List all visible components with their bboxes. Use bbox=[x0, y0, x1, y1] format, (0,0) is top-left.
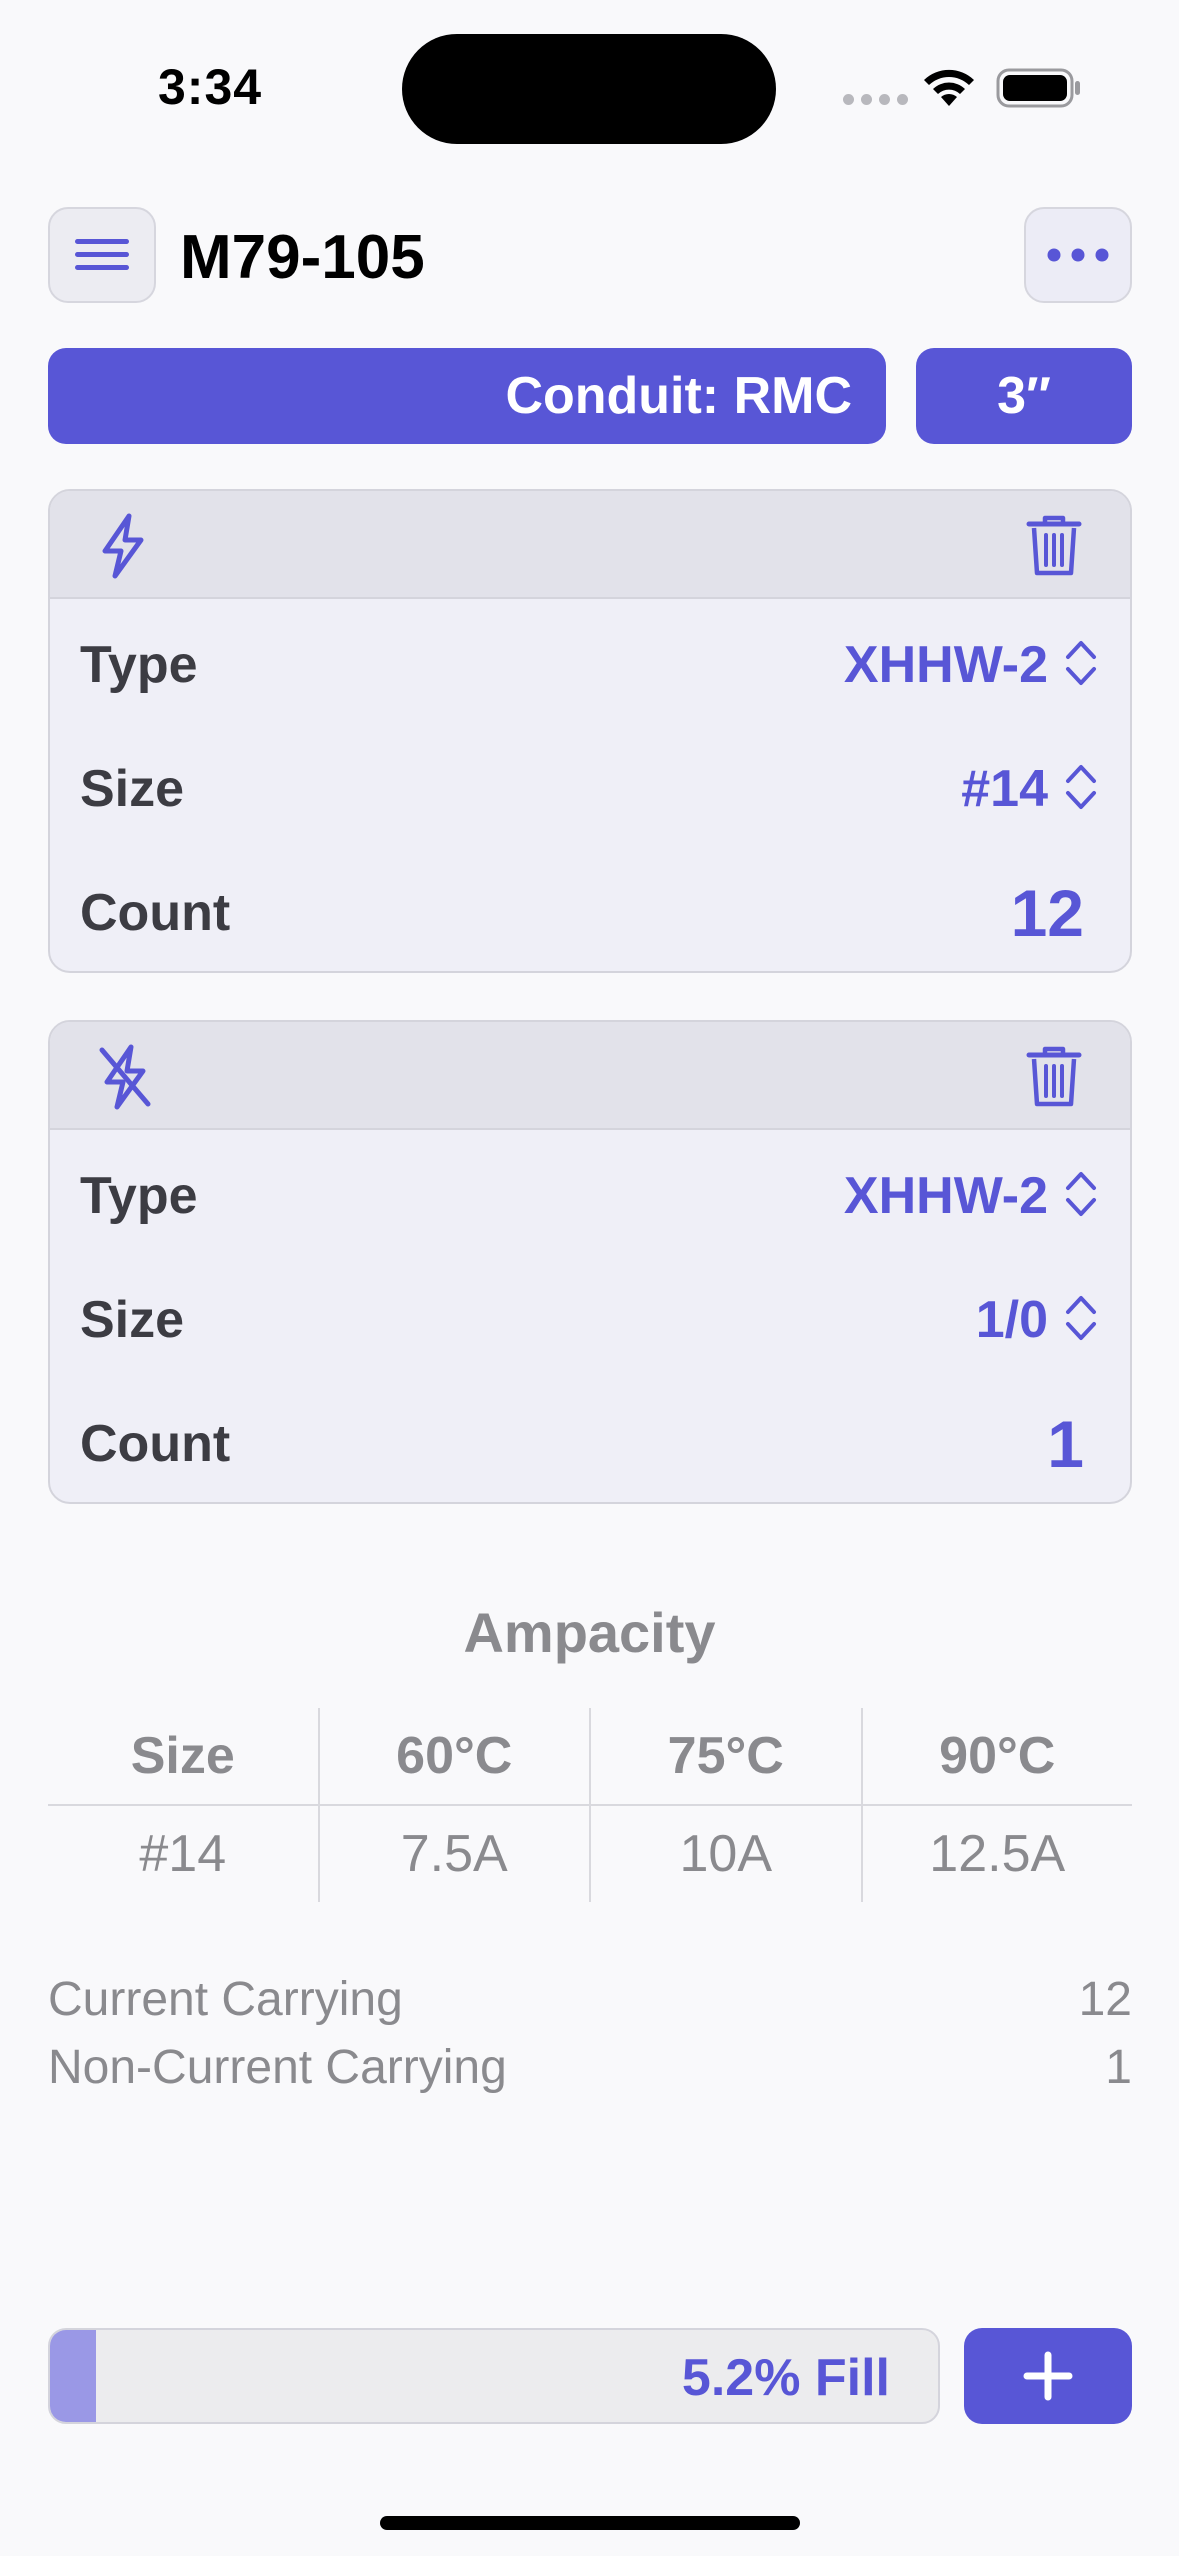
current-carrying-label: Current Carrying bbox=[48, 1973, 403, 2026]
chevron-up-down-icon bbox=[1066, 641, 1096, 685]
ampacity-title: Ampacity bbox=[463, 1601, 716, 1664]
page-title: M79-105 bbox=[180, 223, 425, 292]
ampacity-header-row: Size 60°C 75°C 90°C bbox=[48, 1708, 1132, 1806]
wire-group-card: Type XHHW-2 Size #14 Count 12 bbox=[48, 489, 1132, 973]
ampacity-value-row: #14 7.5A 10A 12.5A bbox=[48, 1806, 1132, 1902]
current-carrying-value: 12 bbox=[1078, 1973, 1132, 2026]
status-time: 3:34 bbox=[158, 59, 263, 115]
fill-level bbox=[50, 2330, 97, 2422]
type-row[interactable]: Type XHHW-2 bbox=[50, 1130, 1130, 1254]
conduit-size-button[interactable]: 3″ bbox=[916, 348, 1132, 444]
ampacity-header-cell: 75°C bbox=[589, 1708, 861, 1804]
plus-icon bbox=[1023, 2351, 1073, 2401]
status-bar: 3:34 bbox=[0, 0, 1179, 170]
ampacity-header-cell: 60°C bbox=[317, 1708, 590, 1804]
bolt-icon bbox=[102, 513, 144, 579]
wire-group-card: Type XHHW-2 Size 1/0 Count 1 bbox=[48, 1020, 1132, 1504]
fill-bar: 5.2% Fill bbox=[48, 2328, 940, 2424]
count-row[interactable]: Count 12 bbox=[50, 847, 1130, 971]
bolt-slash-icon bbox=[99, 1044, 151, 1110]
count-label: Count bbox=[80, 1415, 231, 1473]
size-label: Size bbox=[80, 760, 185, 818]
trash-icon[interactable] bbox=[1026, 515, 1082, 577]
non-current-carrying-label: Non-Current Carrying bbox=[48, 2041, 507, 2094]
ampacity-header-cell: Size bbox=[130, 1727, 235, 1785]
ampacity-value-cell: #14 bbox=[139, 1825, 227, 1883]
cellular-signal-icon bbox=[843, 94, 908, 105]
ampacity-header-cell: 90°C bbox=[860, 1708, 1133, 1804]
type-label: Type bbox=[80, 1167, 198, 1225]
chevron-up-down-icon bbox=[1066, 1296, 1096, 1340]
type-value[interactable]: XHHW-2 bbox=[844, 1166, 1048, 1226]
card-header bbox=[50, 1022, 1130, 1130]
size-value[interactable]: #14 bbox=[961, 759, 1048, 819]
count-value[interactable]: 1 bbox=[1047, 1406, 1084, 1482]
dynamic-island bbox=[402, 34, 776, 144]
non-current-carrying-value: 1 bbox=[1105, 2041, 1132, 2094]
type-row[interactable]: Type XHHW-2 bbox=[50, 599, 1130, 723]
conduit-type-button[interactable]: Conduit: RMC bbox=[48, 348, 886, 444]
add-wire-button[interactable] bbox=[964, 2328, 1132, 2424]
card-header bbox=[50, 491, 1130, 599]
chevron-up-down-icon bbox=[1066, 765, 1096, 809]
fill-label: 5.2% Fill bbox=[681, 2349, 890, 2407]
chevron-up-down-icon bbox=[1066, 1172, 1096, 1216]
size-label: Size bbox=[80, 1291, 185, 1349]
count-row[interactable]: Count 1 bbox=[50, 1378, 1130, 1502]
more-options-button[interactable] bbox=[1024, 207, 1132, 303]
ampacity-value-cell: 10A bbox=[589, 1806, 861, 1902]
ampacity-table: Size 60°C 75°C 90°C #14 7.5A 10A 12.5A bbox=[48, 1708, 1132, 1902]
hamburger-icon bbox=[75, 239, 129, 270]
wifi-icon bbox=[924, 69, 974, 106]
trash-icon[interactable] bbox=[1026, 1046, 1082, 1108]
size-row[interactable]: Size #14 bbox=[50, 723, 1130, 847]
non-current-carrying-row: Non-Current Carrying 1 bbox=[48, 2040, 1132, 2095]
type-label: Type bbox=[80, 636, 198, 694]
count-value[interactable]: 12 bbox=[1011, 875, 1084, 951]
home-indicator bbox=[380, 2516, 800, 2530]
size-value[interactable]: 1/0 bbox=[976, 1290, 1048, 1350]
ampacity-value-cell: 12.5A bbox=[860, 1806, 1133, 1902]
size-row[interactable]: Size 1/0 bbox=[50, 1254, 1130, 1378]
ampacity-value-cell: 7.5A bbox=[317, 1806, 590, 1902]
ellipsis-icon bbox=[1047, 248, 1109, 262]
count-label: Count bbox=[80, 884, 231, 942]
type-value[interactable]: XHHW-2 bbox=[844, 635, 1048, 695]
menu-button[interactable] bbox=[48, 207, 156, 303]
battery-icon bbox=[996, 68, 1080, 108]
current-carrying-row: Current Carrying 12 bbox=[48, 1972, 1132, 2027]
